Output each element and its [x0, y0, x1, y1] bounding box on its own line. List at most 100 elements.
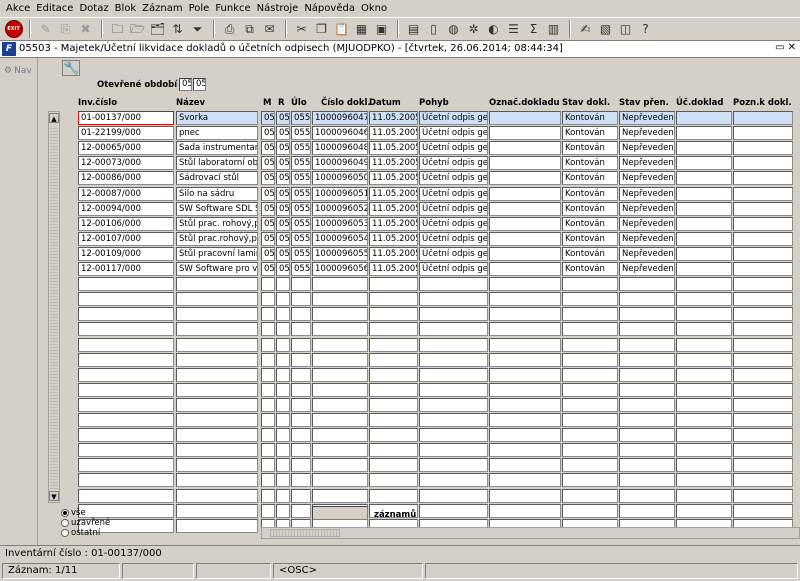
cell-nazev[interactable]	[176, 353, 258, 367]
cell-cislo[interactable]	[312, 292, 368, 306]
cell-oznac[interactable]	[489, 458, 561, 472]
cell-pozn[interactable]	[733, 473, 793, 487]
cell-ucdoklad[interactable]	[676, 232, 732, 246]
cell-prenos[interactable]	[619, 489, 675, 503]
cell-prenos[interactable]: Nepřevedeno	[619, 126, 675, 140]
cell-cislo[interactable]	[312, 473, 368, 487]
cell-prenos[interactable]	[619, 398, 675, 412]
cell-r[interactable]: 05	[276, 247, 290, 261]
cell-stav[interactable]	[562, 277, 618, 291]
cell-pozn[interactable]	[733, 383, 793, 397]
cell-stav[interactable]	[562, 428, 618, 442]
cell-pozn[interactable]	[733, 413, 793, 427]
cell-nazev[interactable]	[176, 443, 258, 457]
cell-cislo[interactable]	[312, 398, 368, 412]
cell-pohyb[interactable]	[419, 322, 488, 336]
cell-pozn[interactable]	[733, 247, 793, 261]
filter-radio-2[interactable]: ostatní	[61, 528, 110, 538]
cell-r[interactable]: 05	[276, 171, 290, 185]
cell-ucdoklad[interactable]	[676, 322, 732, 336]
cell-oznac[interactable]	[489, 383, 561, 397]
cell-m[interactable]	[261, 307, 275, 321]
cell-m[interactable]	[261, 353, 275, 367]
cell-oznac[interactable]	[489, 504, 561, 518]
wrench-icon[interactable]: 🔧	[62, 60, 80, 76]
cell-m[interactable]: 05	[261, 232, 275, 246]
cell-oznac[interactable]	[489, 141, 561, 155]
cell-pohyb[interactable]	[419, 443, 488, 457]
cell-datum[interactable]	[369, 353, 418, 367]
cell-stav[interactable]	[562, 413, 618, 427]
cut-icon[interactable]: ✂	[292, 20, 311, 39]
exit-button[interactable]: EXIT	[4, 20, 23, 39]
attachment-icon[interactable]: ◐	[484, 20, 503, 39]
cell-r[interactable]: 05	[276, 156, 290, 170]
cell-datum[interactable]: 11.05.2005	[369, 187, 418, 201]
cell-r[interactable]: 05	[276, 202, 290, 216]
cell-pozn[interactable]	[733, 489, 793, 503]
radio-button-icon[interactable]	[61, 509, 69, 517]
cell-stav[interactable]	[562, 322, 618, 336]
cell-cislo[interactable]: 1000096046	[312, 126, 368, 140]
cell-pohyb[interactable]	[419, 398, 488, 412]
cell-r[interactable]: 05	[276, 141, 290, 155]
cell-ulo[interactable]	[291, 307, 311, 321]
cell-r[interactable]: 05	[276, 111, 290, 125]
cell-ucdoklad[interactable]	[676, 141, 732, 155]
cell-inv[interactable]: 12-00086/000	[78, 171, 174, 185]
cell-oznac[interactable]	[489, 398, 561, 412]
cell-oznac[interactable]	[489, 489, 561, 503]
cell-m[interactable]	[261, 428, 275, 442]
cell-ucdoklad[interactable]	[676, 217, 732, 231]
cell-prenos[interactable]: Nepřevedeno	[619, 247, 675, 261]
cell-nazev[interactable]: SW Software SDL S	[176, 202, 258, 216]
execute-query-icon[interactable]: 🗁	[128, 20, 147, 39]
cell-prenos[interactable]	[619, 504, 675, 518]
cell-cislo[interactable]: 1000096055	[312, 247, 368, 261]
cell-pozn[interactable]	[733, 187, 793, 201]
cell-pohyb[interactable]	[419, 489, 488, 503]
cell-datum[interactable]: 11.05.2005	[369, 141, 418, 155]
cell-oznac[interactable]	[489, 413, 561, 427]
copy-icon[interactable]: ❐	[312, 20, 331, 39]
cell-ulo[interactable]	[291, 368, 311, 382]
cell-prenos[interactable]	[619, 383, 675, 397]
cell-pohyb[interactable]	[419, 353, 488, 367]
cell-inv[interactable]: 12-00107/000	[78, 232, 174, 246]
cell-m[interactable]	[261, 458, 275, 472]
cell-pohyb[interactable]: Účetní odpis gene	[419, 171, 488, 185]
cell-cislo[interactable]	[312, 322, 368, 336]
cell-r[interactable]	[276, 473, 290, 487]
cell-nazev[interactable]: SW Software pro v	[176, 262, 258, 276]
cell-prenos[interactable]: Nepřevedeno	[619, 217, 675, 231]
cell-cislo[interactable]	[312, 413, 368, 427]
cell-inv[interactable]: 12-00073/000	[78, 156, 174, 170]
cell-oznac[interactable]	[489, 292, 561, 306]
cell-inv[interactable]	[78, 292, 174, 306]
cell-m[interactable]	[261, 322, 275, 336]
cell-stav[interactable]	[562, 398, 618, 412]
cell-prenos[interactable]	[619, 322, 675, 336]
nav-tab[interactable]: ⚙ Nav	[4, 66, 32, 76]
cell-inv[interactable]	[78, 413, 174, 427]
cell-ulo[interactable]	[291, 322, 311, 336]
sort-icon[interactable]: ⇅	[168, 20, 187, 39]
cell-stav[interactable]: Kontován	[562, 262, 618, 276]
settings-icon[interactable]: ✲	[464, 20, 483, 39]
cell-ulo[interactable]: 055	[291, 126, 311, 140]
cell-oznac[interactable]	[489, 126, 561, 140]
cell-inv[interactable]: 01-00137/000	[78, 111, 174, 125]
cancel-query-icon[interactable]: 🗂	[148, 20, 167, 39]
mail-icon[interactable]: ✉	[260, 20, 279, 39]
cell-pozn[interactable]	[733, 307, 793, 321]
cell-ulo[interactable]	[291, 398, 311, 412]
cell-r[interactable]	[276, 307, 290, 321]
cell-datum[interactable]: 11.05.2005	[369, 232, 418, 246]
cell-prenos[interactable]	[619, 473, 675, 487]
menu-item-4[interactable]: Záznam	[139, 1, 185, 17]
cell-prenos[interactable]	[619, 307, 675, 321]
cell-prenos[interactable]: Nepřevedeno	[619, 141, 675, 155]
cell-inv[interactable]	[78, 338, 174, 352]
copy-record-icon[interactable]: ⧉	[240, 20, 259, 39]
cell-ucdoklad[interactable]	[676, 111, 732, 125]
